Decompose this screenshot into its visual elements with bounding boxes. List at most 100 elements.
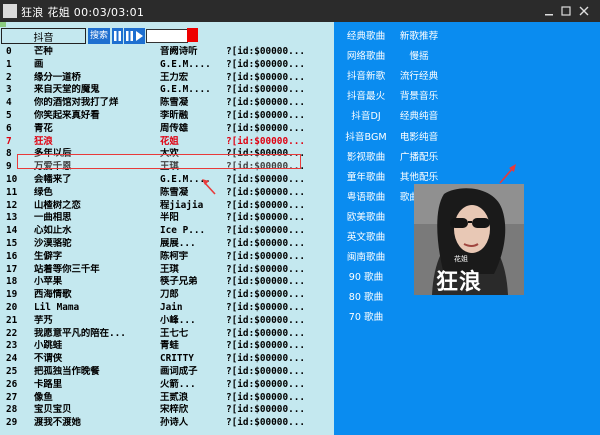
song-row[interactable]: 14 心如止水 Ice P... ?[id:$00000... <box>0 225 334 238</box>
category-item[interactable]: 新歌推荐 <box>389 28 449 42</box>
category-item[interactable]: 经典纯音 <box>389 108 449 122</box>
song-row[interactable]: 28 宝贝宝贝 宋梓欣 ?[id:$00000... <box>0 404 334 417</box>
song-number: 4 <box>6 97 12 109</box>
song-id: ?[id:$00000... <box>226 225 306 237</box>
song-row[interactable]: 13 一曲相思 半阳 ?[id:$00000... <box>0 212 334 225</box>
category-item[interactable]: 闽南歌曲 <box>336 249 396 263</box>
album-art: 花姐 狂浪 <box>414 184 524 295</box>
song-row[interactable]: 19 西海情歌 刀郎 ?[id:$00000... <box>0 289 334 302</box>
song-artist: 周传雄 <box>160 122 189 134</box>
category-item[interactable]: 抖音新歌 <box>336 68 396 82</box>
category-item[interactable]: 广播配乐 <box>389 149 449 163</box>
song-artist: 小峰... <box>160 314 196 326</box>
song-row[interactable]: 3 来自天堂的魔鬼 G.E.M.... ?[id:$00000... <box>0 84 334 97</box>
song-number: 12 <box>6 199 18 211</box>
next-button[interactable] <box>134 28 145 44</box>
song-row[interactable]: 22 我愿意平凡的陪在... 王七七 ?[id:$00000... <box>0 328 334 341</box>
category-item[interactable]: 粤语歌曲 <box>336 189 396 203</box>
volume-indicator[interactable] <box>187 28 198 42</box>
category-item[interactable]: 90 歌曲 <box>336 269 396 283</box>
app-icon <box>3 4 17 18</box>
song-id: ?[id:$00000... <box>226 276 306 288</box>
song-row[interactable]: 15 沙漠骆驼 展展... ?[id:$00000... <box>0 238 334 251</box>
song-artist: 李昕融 <box>160 109 189 121</box>
song-row[interactable]: 20 Lil Mama Jain ?[id:$00000... <box>0 302 334 315</box>
category-item[interactable]: 欧美歌曲 <box>336 209 396 223</box>
song-id: ?[id:$00000... <box>226 199 306 211</box>
song-artist: 宋梓欣 <box>160 404 189 416</box>
song-artist: Ice P... <box>160 225 206 237</box>
song-row[interactable]: 7 狂浪 花姐 ?[id:$00000... <box>0 136 334 149</box>
song-row[interactable]: 2 缘分一道桥 王力宏 ?[id:$00000... <box>0 72 334 85</box>
song-artist: 筷子兄弟 <box>160 276 198 288</box>
category-item[interactable]: 慢摇 <box>389 48 449 62</box>
song-id: ?[id:$00000... <box>226 173 306 185</box>
category-item[interactable]: 影视歌曲 <box>336 149 396 163</box>
song-row[interactable]: 25 把孤独当作晚餐 画词成子 ?[id:$00000... <box>0 366 334 379</box>
search-button[interactable]: 搜索 <box>88 28 110 44</box>
song-number: 0 <box>6 46 12 57</box>
song-row[interactable]: 0 芒种 音阙诗听 ?[id:$00000... <box>0 46 334 59</box>
song-artist: 花姐 <box>160 135 179 147</box>
progress-bar[interactable] <box>0 22 6 27</box>
song-row[interactable]: 18 小苹果 筷子兄弟 ?[id:$00000... <box>0 276 334 289</box>
song-row[interactable]: 4 你的酒馆对我打了烊 陈雪凝 ?[id:$00000... <box>0 97 334 110</box>
category-item[interactable]: 抖音最火 <box>336 88 396 102</box>
category-item[interactable]: 童年歌曲 <box>336 169 396 183</box>
song-title: 沙漠骆驼 <box>34 237 72 249</box>
song-row[interactable]: 21 芋艿 小峰... ?[id:$00000... <box>0 315 334 328</box>
song-title: 像鱼 <box>34 391 53 403</box>
category-item[interactable]: 80 歌曲 <box>336 289 396 303</box>
song-title: 芋艿 <box>34 314 53 326</box>
song-title: 缘分一道桥 <box>34 71 81 83</box>
song-artist: 王力宏 <box>160 71 189 83</box>
song-number: 5 <box>6 109 12 121</box>
song-number: 15 <box>6 237 18 249</box>
song-id: ?[id:$00000... <box>226 353 306 365</box>
song-row[interactable]: 1 画 G.E.M.... ?[id:$00000... <box>0 59 334 72</box>
category-item[interactable]: 经典歌曲 <box>336 28 396 42</box>
song-title: 不谓侠 <box>34 353 63 365</box>
song-title: 小苹果 <box>34 276 63 288</box>
song-row[interactable]: 17 站着等你三千年 王琪 ?[id:$00000... <box>0 264 334 277</box>
song-row[interactable]: 27 像鱼 王贰浪 ?[id:$00000... <box>0 392 334 405</box>
song-id: ?[id:$00000... <box>226 58 306 70</box>
song-row[interactable]: 23 小跳蛙 青蛙 ?[id:$00000... <box>0 340 334 353</box>
song-title: Lil Mama <box>34 301 80 313</box>
song-number: 19 <box>6 289 18 301</box>
song-id: ?[id:$00000... <box>226 109 306 121</box>
song-artist: 王贰浪 <box>160 391 189 403</box>
song-row[interactable]: 12 山楂树之恋 程jiajia ?[id:$00000... <box>0 200 334 213</box>
song-row[interactable]: 10 会幡来了 G.E.M.... ?[id:$00000... <box>0 174 334 187</box>
song-number: 2 <box>6 71 12 83</box>
category-item[interactable]: 流行经典 <box>389 68 449 82</box>
song-row[interactable]: 11 绿色 陈雪凝 ?[id:$00000... <box>0 187 334 200</box>
category-item[interactable]: 70 歌曲 <box>336 309 396 323</box>
minimize-icon[interactable] <box>541 3 557 19</box>
song-id: ?[id:$00000... <box>226 97 306 109</box>
category-item[interactable]: 背景音乐 <box>389 88 449 102</box>
category-item[interactable]: 其他配乐 <box>389 169 449 183</box>
close-icon[interactable] <box>576 3 592 19</box>
pause-button[interactable] <box>112 28 123 44</box>
maximize-icon[interactable] <box>558 3 574 19</box>
song-artist: 刀郎 <box>160 289 179 301</box>
volume-slider[interactable] <box>146 29 188 43</box>
search-input[interactable] <box>1 28 86 44</box>
song-row[interactable]: 29 渡我不渡她 孙诗人 ?[id:$00000... <box>0 417 334 430</box>
song-title: 芒种 <box>34 46 53 57</box>
song-number: 29 <box>6 417 18 429</box>
song-artist: 展展... <box>160 237 196 249</box>
song-row[interactable]: 6 青花 周传雄 ?[id:$00000... <box>0 123 334 136</box>
category-item[interactable]: 英文歌曲 <box>336 229 396 243</box>
category-item[interactable]: 抖音DJ <box>336 108 396 122</box>
category-item[interactable]: 网络歌曲 <box>336 48 396 62</box>
song-title: 宝贝宝贝 <box>34 404 72 416</box>
category-item[interactable]: 抖音BGM <box>336 129 396 143</box>
song-row[interactable]: 16 生僻字 陈柯宇 ?[id:$00000... <box>0 251 334 264</box>
song-row[interactable]: 24 不谓侠 CRITTY ?[id:$00000... <box>0 353 334 366</box>
song-row[interactable]: 5 你笑起来真好看 李昕融 ?[id:$00000... <box>0 110 334 123</box>
category-item[interactable]: 电影纯音 <box>389 129 449 143</box>
song-row[interactable]: 26 卡路里 火箭... ?[id:$00000... <box>0 379 334 392</box>
category-panel: 经典歌曲网络歌曲抖音新歌抖音最火抖音DJ 抖音BGM 影视歌曲童年歌曲粤语歌曲欧美歌… <box>334 22 600 435</box>
